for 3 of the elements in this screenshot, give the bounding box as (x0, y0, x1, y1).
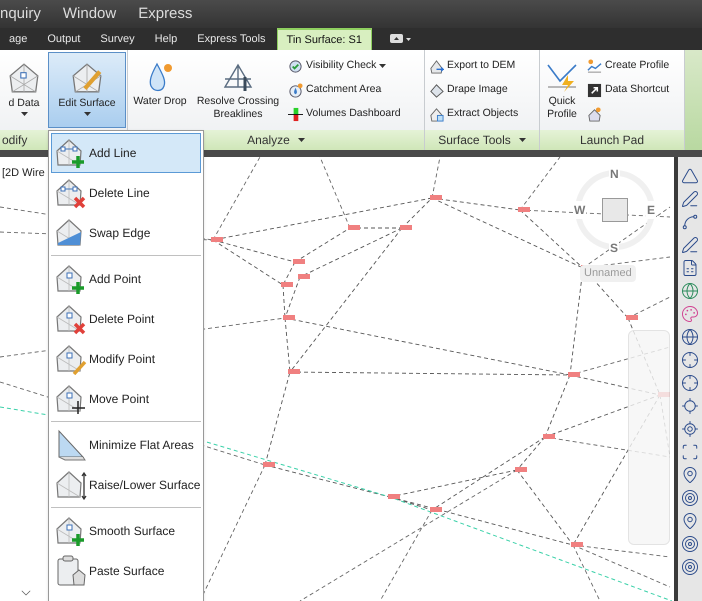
compass-label: W (573, 201, 586, 219)
panel-title-bar: Launch Pad (540, 130, 684, 150)
compass-label: E (646, 201, 656, 219)
